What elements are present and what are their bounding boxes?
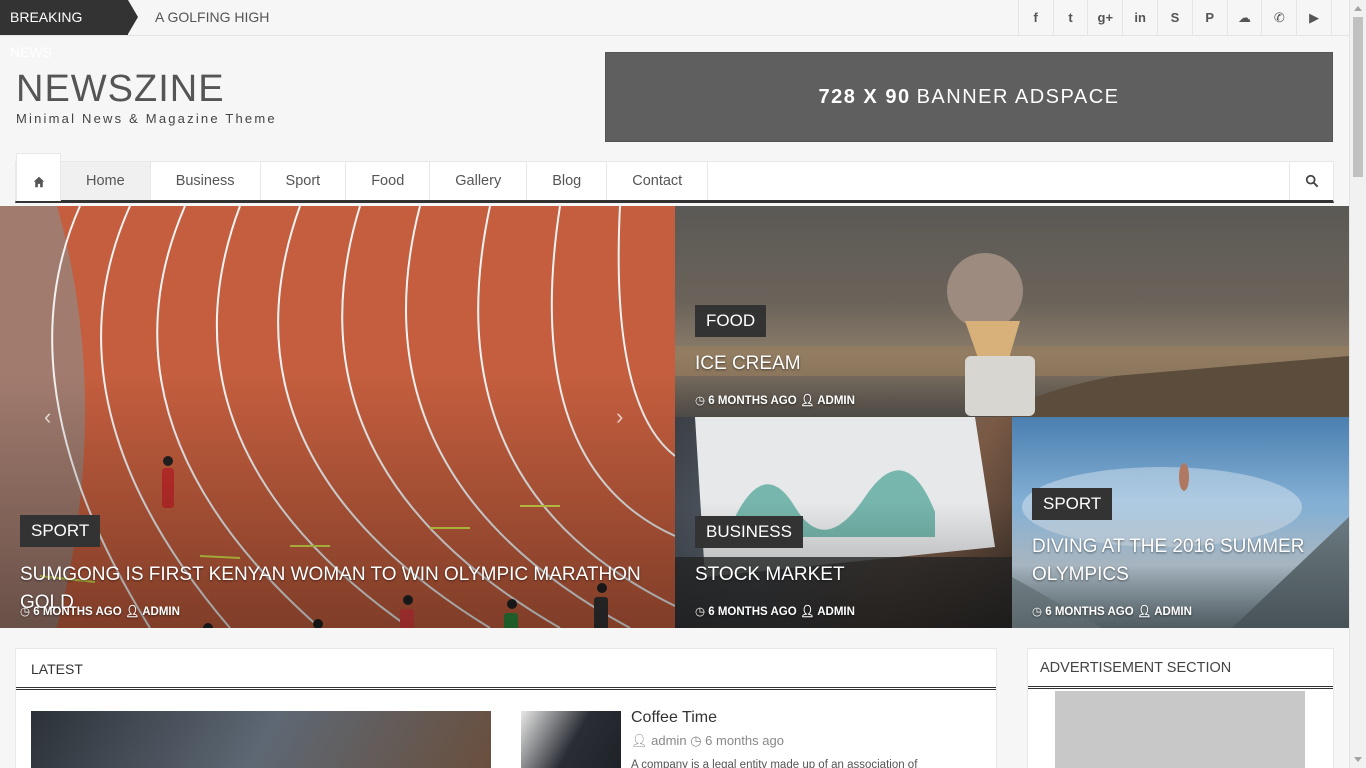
breaking-news-ticker[interactable]: A GOLFING HIGH: [155, 0, 269, 35]
post-title[interactable]: STOCK MARKET: [695, 561, 845, 589]
skype-icon[interactable]: S: [1158, 0, 1193, 35]
youtube-icon[interactable]: ▶: [1297, 0, 1332, 35]
main-nav: Home Business Sport Food Gallery Blog Co…: [15, 153, 1334, 203]
top-bar: BREAKING NEWS A GOLFING HIGH f t g+ in S…: [0, 0, 1349, 60]
post-meta: ◷ 6 MONTHS AGO 👤︎ ADMIN: [695, 393, 855, 407]
twitter-icon[interactable]: t: [1054, 0, 1089, 35]
ice-cream-image: [675, 253, 1349, 417]
ad-placeholder[interactable]: [1055, 691, 1305, 768]
social-links: f t g+ in S P ☁ ✆ ▶: [1017, 0, 1332, 35]
post-title[interactable]: ICE CREAM: [695, 350, 801, 378]
clock-icon: ◷: [690, 733, 702, 748]
nav-item-food[interactable]: Food: [346, 162, 431, 200]
post-meta: ◷ 6 MONTHS AGO 👤︎ ADMIN: [695, 604, 855, 618]
user-icon: 👤︎: [1136, 606, 1152, 618]
latest-section: LATEST Coffee Time 👤︎ admin ◷ 6 months a…: [15, 648, 997, 768]
section-heading: LATEST: [16, 649, 996, 690]
banner-size: 728 X 90: [818, 85, 911, 108]
nav-item-gallery[interactable]: Gallery: [430, 162, 528, 200]
user-icon: 👤︎: [799, 606, 815, 618]
linkedin-icon[interactable]: in: [1123, 0, 1159, 35]
ad-heading: ADVERTISEMENT SECTION: [1028, 649, 1333, 689]
user-icon: 👤︎: [631, 733, 648, 748]
nav-item-home[interactable]: Home: [61, 162, 151, 200]
clock-icon: ◷: [1032, 606, 1043, 618]
post-meta: ◷ 6 MONTHS AGO 👤︎ ADMIN: [1032, 604, 1192, 618]
site-tagline: Minimal News & Magazine Theme: [16, 111, 277, 126]
whatsapp-icon[interactable]: ✆: [1262, 0, 1298, 35]
post-time: 6 MONTHS AGO: [1045, 606, 1134, 618]
page-scrollbar[interactable]: [1349, 0, 1366, 768]
post-author[interactable]: ADMIN: [817, 395, 855, 407]
slider-prev-arrow[interactable]: ‹: [44, 404, 51, 430]
scroll-down-arrow[interactable]: [1354, 757, 1362, 762]
clock-icon: ◷: [695, 395, 706, 407]
post-time: 6 MONTHS AGO: [33, 606, 122, 618]
facebook-icon[interactable]: f: [1019, 0, 1054, 35]
site-logo[interactable]: NEWSZINE: [16, 68, 225, 111]
nav-item-contact[interactable]: Contact: [607, 162, 709, 200]
user-icon: 👤︎: [124, 606, 140, 618]
post-title[interactable]: DIVING AT THE 2016 SUMMER OLYMPICS: [1032, 533, 1332, 589]
pinterest-icon[interactable]: P: [1193, 0, 1228, 35]
post-author[interactable]: ADMIN: [817, 606, 855, 618]
user-icon: 👤︎: [799, 395, 815, 407]
home-icon[interactable]: [16, 153, 61, 201]
post-author[interactable]: admin: [651, 733, 686, 748]
slider-next-arrow[interactable]: ›: [616, 404, 623, 430]
scrollbar-thumb[interactable]: [1353, 17, 1363, 177]
category-badge[interactable]: FOOD: [695, 305, 767, 337]
search-icon[interactable]: [1289, 162, 1333, 200]
featured-post-diving[interactable]: SPORT DIVING AT THE 2016 SUMMER OLYMPICS…: [1012, 417, 1349, 628]
google-plus-icon[interactable]: g+: [1088, 0, 1124, 35]
nav-item-business[interactable]: Business: [151, 162, 261, 200]
clock-icon: ◷: [695, 606, 706, 618]
nav-item-sport[interactable]: Sport: [261, 162, 347, 200]
latest-post-title[interactable]: Coffee Time: [631, 709, 717, 727]
post-author[interactable]: ADMIN: [142, 606, 180, 618]
post-author[interactable]: ADMIN: [1154, 606, 1192, 618]
post-time: 6 MONTHS AGO: [708, 395, 797, 407]
latest-post-meta: 👤︎ admin ◷ 6 months ago: [631, 733, 784, 749]
featured-post-business[interactable]: BUSINESS STOCK MARKET ◷ 6 MONTHS AGO 👤︎ …: [675, 417, 1012, 628]
featured-post-main[interactable]: ‹ › SPORT SUMGONG IS FIRST KENYAN WOMAN …: [0, 206, 675, 628]
clock-icon: ◷: [20, 606, 31, 618]
post-time: 6 months ago: [705, 733, 784, 748]
banner-adspace[interactable]: 728 X 90 BANNER ADSPACE: [605, 52, 1333, 142]
featured-post-food[interactable]: FOOD ICE CREAM ◷ 6 MONTHS AGO 👤︎ ADMIN: [675, 206, 1349, 417]
nav-item-blog[interactable]: Blog: [527, 162, 608, 200]
category-badge[interactable]: SPORT: [1032, 488, 1113, 520]
post-time: 6 MONTHS AGO: [708, 606, 797, 618]
breaking-news-label: BREAKING NEWS: [0, 0, 138, 60]
latest-post-thumbnail[interactable]: [521, 711, 621, 768]
latest-main-thumbnail[interactable]: [31, 711, 491, 768]
soundcloud-icon[interactable]: ☁: [1228, 0, 1263, 35]
post-meta: ◷ 6 MONTHS AGO 👤︎ ADMIN: [20, 604, 180, 618]
featured-slider: ‹ › SPORT SUMGONG IS FIRST KENYAN WOMAN …: [0, 206, 1349, 628]
category-badge[interactable]: BUSINESS: [695, 516, 803, 548]
banner-text: BANNER ADSPACE: [916, 85, 1120, 108]
advertisement-widget: ADVERTISEMENT SECTION: [1027, 648, 1334, 768]
category-badge[interactable]: SPORT: [20, 515, 101, 547]
latest-post-excerpt: A company is a legal entity made up of a…: [631, 759, 918, 768]
scroll-up-arrow[interactable]: [1354, 6, 1362, 11]
